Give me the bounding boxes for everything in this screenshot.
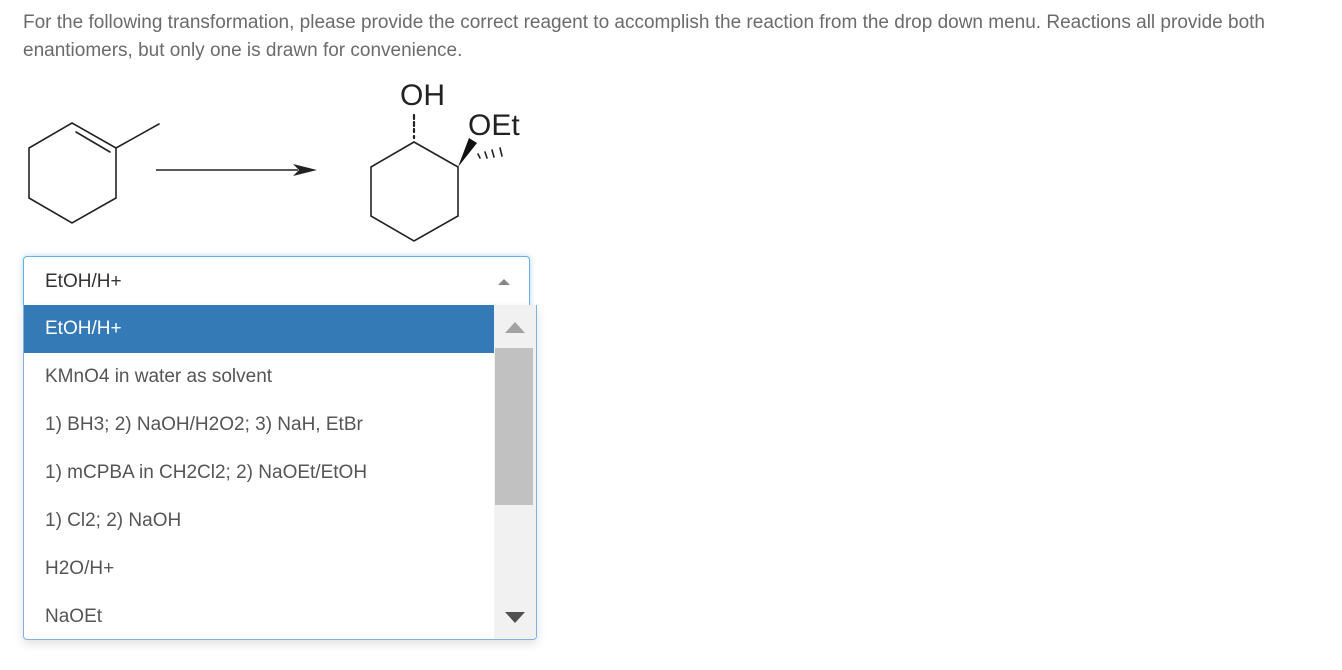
options-list: EtOH/H+ KMnO4 in water as solvent 1) BH3; … [24,305,495,639]
caret-up-icon[interactable] [498,279,510,285]
dropdown-scrollbar[interactable] [494,305,536,639]
question-text: For the following transformation, please… [23,12,1265,61]
scroll-up-arrow-icon[interactable] [505,322,525,333]
product-oh-label: OH [400,79,445,112]
scroll-down-arrow-icon[interactable] [505,612,525,623]
reagent-dropdown-list[interactable]: EtOH/H+ KMnO4 in water as solvent 1) BH3; … [23,305,537,640]
dropdown-option[interactable]: NaOEt [24,593,495,639]
dropdown-option[interactable]: 1) BH3; 2) NaOH/H2O2; 3) NaH, EtBr [24,401,495,449]
dropdown-option[interactable]: H2O/H+ [24,545,495,593]
product-solid-wedge [458,138,477,167]
reaction-scheme: OH OEt [28,79,520,242]
dropdown-option[interactable]: KMnO4 in water as solvent [24,353,495,401]
dropdown-option[interactable]: 1) Cl2; 2) NaOH [24,497,495,545]
dropdown-option[interactable]: EtOH/H+ [24,305,495,353]
reaction-arrow [156,164,317,176]
reagent-select-value: EtOH/H+ [45,271,122,292]
product-oet-label: OEt [468,109,520,142]
dropdown-option[interactable]: 1) mCPBA in CH2Cl2; 2) NaOEt/EtOH [24,449,495,497]
scrollbar-thumb[interactable] [495,348,533,505]
starting-material-structure [28,122,160,224]
reagent-select[interactable]: EtOH/H+ [23,256,530,306]
